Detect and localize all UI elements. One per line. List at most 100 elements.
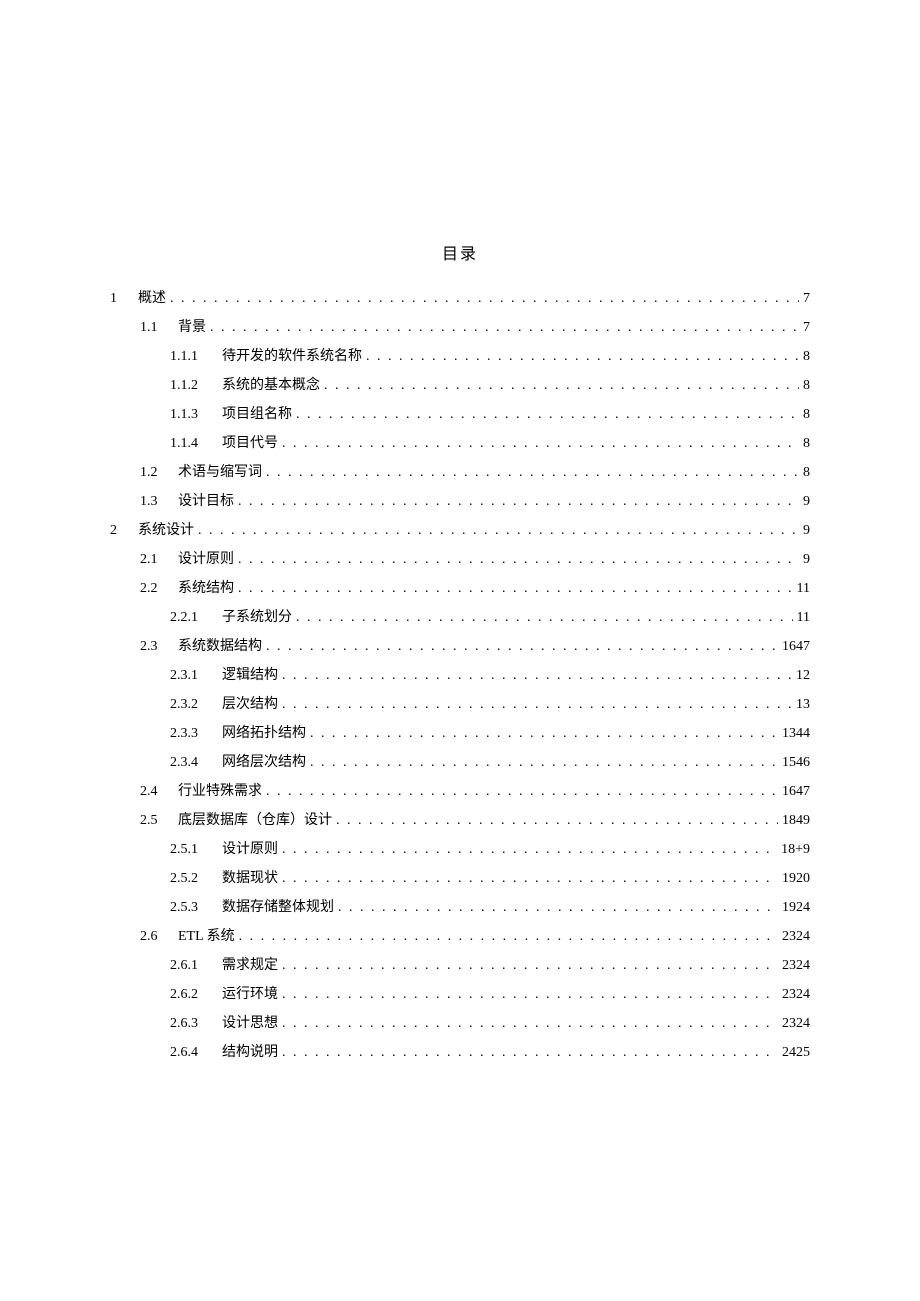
toc-entry[interactable]: 2.6.4结构说明. . . . . . . . . . . . . . . .…: [110, 1038, 810, 1067]
toc-entry-text: ETL 系统: [178, 922, 235, 951]
toc-entry-text: 底层数据库（仓库）设计: [178, 806, 332, 835]
toc-entry-page: 8: [803, 400, 810, 429]
toc-entry-number: 2.6: [140, 922, 164, 951]
toc-leader-dots: . . . . . . . . . . . . . . . . . . . . …: [336, 806, 778, 835]
toc-leader-dots: . . . . . . . . . . . . . . . . . . . . …: [210, 313, 799, 342]
toc-entry-page: 2324: [782, 1009, 810, 1038]
toc-container: 1概述. . . . . . . . . . . . . . . . . . .…: [110, 284, 810, 1067]
toc-entry-page: 8: [803, 342, 810, 371]
toc-entry-page: 9: [803, 516, 810, 545]
toc-entry-page: 8: [803, 429, 810, 458]
toc-entry-number: 2.1: [140, 545, 164, 574]
toc-entry[interactable]: 1.1.1待开发的软件系统名称. . . . . . . . . . . . .…: [110, 342, 810, 371]
toc-leader-dots: . . . . . . . . . . . . . . . . . . . . …: [282, 1009, 778, 1038]
toc-entry-text: 数据存储整体规划: [222, 893, 334, 922]
toc-entry[interactable]: 2.2系统结构. . . . . . . . . . . . . . . . .…: [110, 574, 810, 603]
toc-entry-page: 1849: [782, 806, 810, 835]
toc-leader-dots: . . . . . . . . . . . . . . . . . . . . …: [282, 661, 792, 690]
toc-leader-dots: . . . . . . . . . . . . . . . . . . . . …: [282, 690, 792, 719]
toc-entry-number: 2: [110, 516, 124, 545]
toc-entry-number: 2.5.2: [170, 864, 208, 893]
toc-entry[interactable]: 2.6.1需求规定. . . . . . . . . . . . . . . .…: [110, 951, 810, 980]
toc-entry[interactable]: 2.3.2层次结构. . . . . . . . . . . . . . . .…: [110, 690, 810, 719]
toc-entry[interactable]: 2.5.2 数据现状. . . . . . . . . . . . . . . .…: [110, 864, 810, 893]
toc-entry-page: 1924: [782, 893, 810, 922]
toc-entry-number: 1.1: [140, 313, 164, 342]
toc-entry-text: 设计目标: [178, 487, 234, 516]
toc-leader-dots: . . . . . . . . . . . . . . . . . . . . …: [324, 371, 799, 400]
toc-entry-number: 2.5.3: [170, 893, 208, 922]
toc-entry-page: 1344: [782, 719, 810, 748]
toc-entry-page: 11: [797, 574, 810, 603]
toc-entry-text: 行业特殊需求: [178, 777, 262, 806]
toc-leader-dots: . . . . . . . . . . . . . . . . . . . . …: [310, 748, 778, 777]
toc-entry-page: 8: [803, 371, 810, 400]
toc-entry[interactable]: 2.6 ETL 系统. . . . . . . . . . . . . . . .…: [110, 922, 810, 951]
toc-entry-page: 1647: [782, 632, 810, 661]
toc-entry[interactable]: 1.1 背景. . . . . . . . . . . . . . . . . .…: [110, 313, 810, 342]
toc-entry-text: 设计原则: [222, 835, 278, 864]
toc-entry[interactable]: 2.3.1逻辑结构. . . . . . . . . . . . . . . .…: [110, 661, 810, 690]
toc-entry[interactable]: 2.3.3网络拓扑结构. . . . . . . . . . . . . . .…: [110, 719, 810, 748]
toc-entry-number: 1.1.4: [170, 429, 208, 458]
toc-entry[interactable]: 1.3设计目标. . . . . . . . . . . . . . . . .…: [110, 487, 810, 516]
toc-entry[interactable]: 2.5 底层数据库（仓库）设计. . . . . . . . . . . . . …: [110, 806, 810, 835]
toc-entry[interactable]: 2.3.4 网络层次结构. . . . . . . . . . . . . . .…: [110, 748, 810, 777]
toc-leader-dots: . . . . . . . . . . . . . . . . . . . . …: [296, 400, 799, 429]
toc-entry-text: 系统的基本概念: [222, 371, 320, 400]
toc-entry-number: 1.1.3: [170, 400, 208, 429]
toc-entry[interactable]: 2.6.2运行环境. . . . . . . . . . . . . . . .…: [110, 980, 810, 1009]
toc-leader-dots: . . . . . . . . . . . . . . . . . . . . …: [310, 719, 778, 748]
toc-entry[interactable]: 1.2术语与缩写词. . . . . . . . . . . . . . . .…: [110, 458, 810, 487]
toc-entry-page: 2324: [782, 980, 810, 1009]
toc-entry-page: 9: [803, 545, 810, 574]
toc-entry[interactable]: 2.1设计原则. . . . . . . . . . . . . . . . .…: [110, 545, 810, 574]
toc-leader-dots: . . . . . . . . . . . . . . . . . . . . …: [198, 516, 799, 545]
toc-entry[interactable]: 2.4行业特殊需求. . . . . . . . . . . . . . . .…: [110, 777, 810, 806]
toc-entry-number: 2.4: [140, 777, 164, 806]
toc-entry-page: 12: [796, 661, 810, 690]
toc-entry-number: 2.3.3: [170, 719, 208, 748]
toc-entry-number: 1.1.2: [170, 371, 208, 400]
toc-entry[interactable]: 2.5.1设计原则. . . . . . . . . . . . . . . .…: [110, 835, 810, 864]
toc-leader-dots: . . . . . . . . . . . . . . . . . . . . …: [338, 893, 778, 922]
toc-leader-dots: . . . . . . . . . . . . . . . . . . . . …: [282, 864, 778, 893]
toc-leader-dots: . . . . . . . . . . . . . . . . . . . . …: [282, 835, 777, 864]
toc-entry-text: 逻辑结构: [222, 661, 278, 690]
toc-entry[interactable]: 2.3系统数据结构. . . . . . . . . . . . . . . .…: [110, 632, 810, 661]
toc-entry-number: 2.3: [140, 632, 164, 661]
toc-entry-number: 2.3.4: [170, 748, 208, 777]
toc-entry[interactable]: 2.6.3设计思想. . . . . . . . . . . . . . . .…: [110, 1009, 810, 1038]
toc-leader-dots: . . . . . . . . . . . . . . . . . . . . …: [266, 632, 778, 661]
toc-entry[interactable]: 1.1.2 系统的基本概念. . . . . . . . . . . . . . …: [110, 371, 810, 400]
toc-entry[interactable]: 2.2.1子系统划分. . . . . . . . . . . . . . . …: [110, 603, 810, 632]
toc-entry-text: 背景: [178, 313, 206, 342]
toc-entry-page: 2324: [782, 951, 810, 980]
toc-entry[interactable]: 1.1.3项目组名称. . . . . . . . . . . . . . . …: [110, 400, 810, 429]
toc-entry[interactable]: 2系统设计. . . . . . . . . . . . . . . . . .…: [110, 516, 810, 545]
toc-leader-dots: . . . . . . . . . . . . . . . . . . . . …: [296, 603, 793, 632]
toc-leader-dots: . . . . . . . . . . . . . . . . . . . . …: [282, 980, 778, 1009]
toc-entry-number: 2.5: [140, 806, 164, 835]
toc-entry-page: 7: [803, 313, 810, 342]
toc-entry-text: 网络层次结构: [222, 748, 306, 777]
toc-entry-text: 术语与缩写词: [178, 458, 262, 487]
toc-entry[interactable]: 1.1.4 项目代号. . . . . . . . . . . . . . . .…: [110, 429, 810, 458]
toc-leader-dots: . . . . . . . . . . . . . . . . . . . . …: [238, 545, 799, 574]
toc-leader-dots: . . . . . . . . . . . . . . . . . . . . …: [239, 922, 778, 951]
toc-entry-number: 2.6.4: [170, 1038, 208, 1067]
toc-entry[interactable]: 1概述. . . . . . . . . . . . . . . . . . .…: [110, 284, 810, 313]
toc-entry-page: 9: [803, 487, 810, 516]
toc-entry-number: 2.3.2: [170, 690, 208, 719]
toc-entry-page: 1546: [782, 748, 810, 777]
toc-entry-text: 数据现状: [222, 864, 278, 893]
toc-leader-dots: . . . . . . . . . . . . . . . . . . . . …: [282, 1038, 778, 1067]
toc-leader-dots: . . . . . . . . . . . . . . . . . . . . …: [282, 429, 799, 458]
toc-entry-number: 2.6.2: [170, 980, 208, 1009]
toc-entry[interactable]: 2.5.3 数据存储整体规划. . . . . . . . . . . . . .…: [110, 893, 810, 922]
toc-entry-text: 待开发的软件系统名称: [222, 342, 362, 371]
toc-leader-dots: . . . . . . . . . . . . . . . . . . . . …: [266, 458, 799, 487]
toc-leader-dots: . . . . . . . . . . . . . . . . . . . . …: [366, 342, 799, 371]
toc-entry-text: 项目代号: [222, 429, 278, 458]
toc-entry-page: 13: [796, 690, 810, 719]
